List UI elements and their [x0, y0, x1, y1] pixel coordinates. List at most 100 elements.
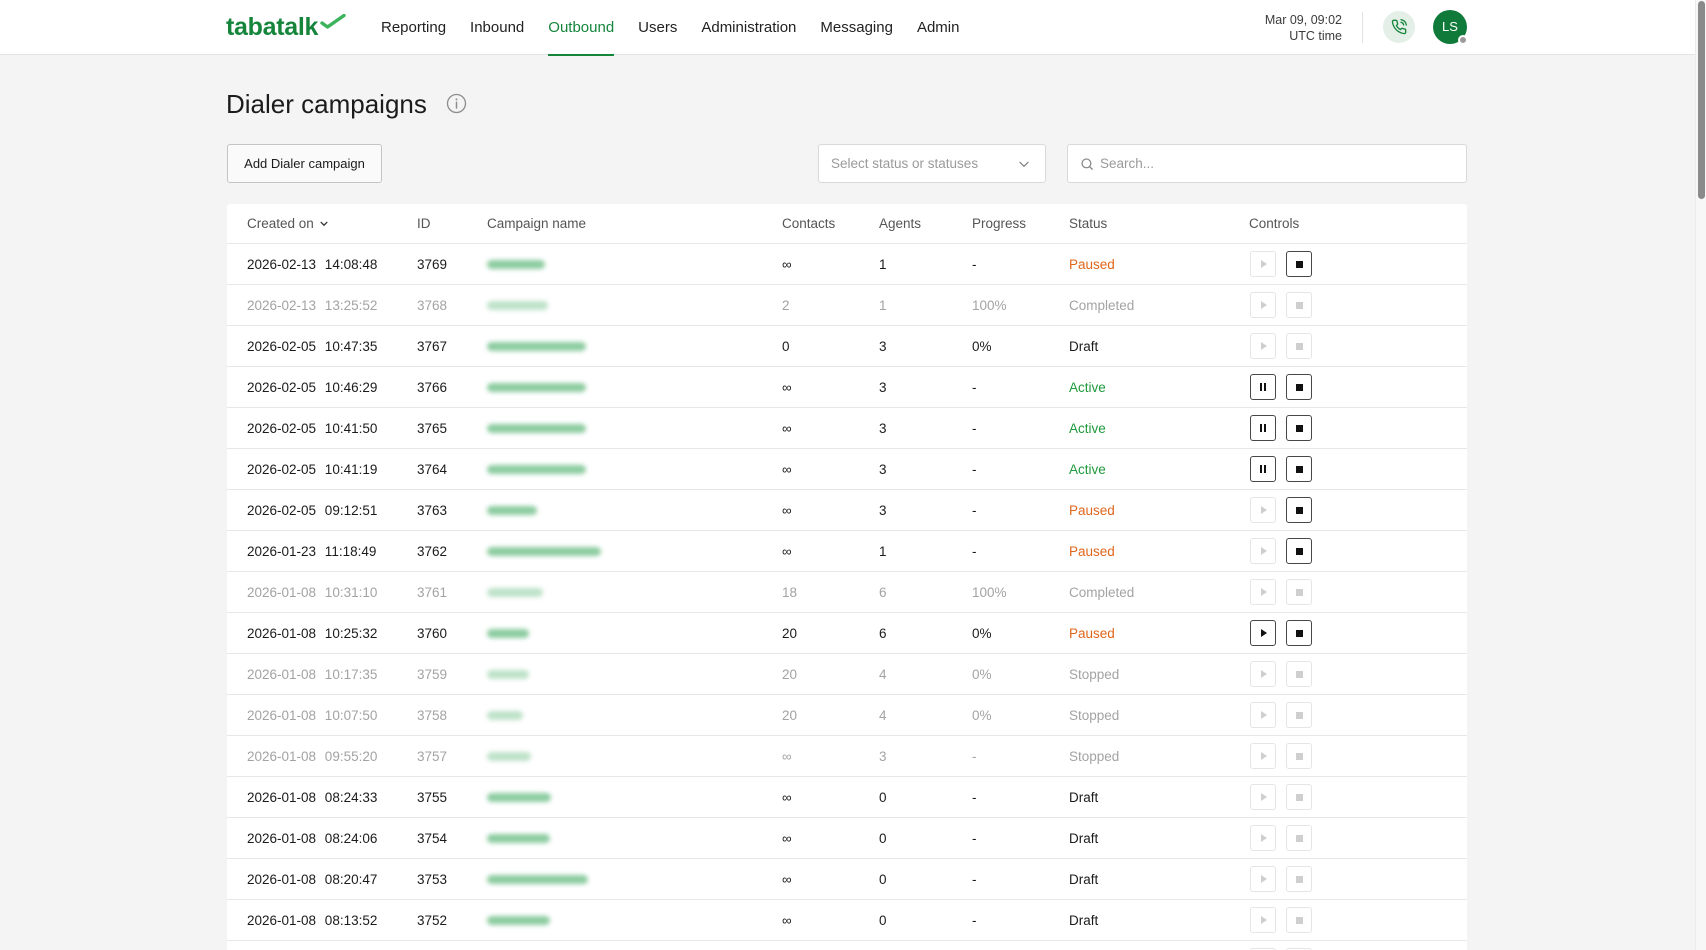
- top-navigation-bar: tabatalk Reporting Inbound Outbound User…: [0, 0, 1695, 56]
- play-button: [1250, 907, 1276, 933]
- stop-icon: [1295, 506, 1303, 514]
- cell-progress: -: [972, 256, 977, 272]
- cell-campaign-name: [487, 626, 782, 641]
- campaign-name-link[interactable]: [487, 916, 550, 926]
- nav-item-users[interactable]: Users: [638, 0, 677, 55]
- play-button[interactable]: [1250, 620, 1276, 646]
- campaign-name-link[interactable]: [487, 465, 586, 475]
- page-title: Dialer campaigns: [226, 89, 427, 119]
- stop-button: [1286, 743, 1312, 769]
- cell-created-on: 2026-02-05 10:41:19: [247, 461, 378, 477]
- cell-controls: [1249, 579, 1467, 605]
- cell-status: Completed: [1069, 297, 1135, 313]
- avatar-initials: LS: [1442, 19, 1458, 34]
- presence-status-dot: [1458, 35, 1468, 45]
- play-icon: [1261, 834, 1267, 842]
- nav-item-label: Users: [638, 19, 678, 36]
- table-row: 2026-01-08 10:17:35 3759 20 4 0% Stopped: [227, 654, 1467, 695]
- campaign-name-link[interactable]: [487, 711, 523, 721]
- play-button: [1250, 866, 1276, 892]
- stop-button[interactable]: [1286, 415, 1312, 441]
- nav-item-inbound[interactable]: Inbound: [470, 0, 524, 55]
- campaign-name-link[interactable]: [487, 547, 601, 557]
- nav-item-outbound[interactable]: Outbound: [548, 0, 615, 56]
- cell-status: Completed: [1069, 584, 1135, 600]
- user-avatar[interactable]: LS: [1433, 10, 1468, 45]
- campaign-name-link[interactable]: [487, 383, 586, 393]
- cell-status: Stopped: [1069, 707, 1120, 723]
- col-header-created-on[interactable]: Created on: [227, 216, 417, 231]
- nav-item-reporting[interactable]: Reporting: [381, 0, 446, 55]
- stop-button[interactable]: [1286, 374, 1312, 400]
- page-scrollbar[interactable]: [1695, 0, 1706, 950]
- cell-id: 3758: [417, 707, 448, 723]
- nav-item-admin[interactable]: Admin: [917, 0, 960, 55]
- chevron-down-icon: [320, 221, 328, 226]
- nav-item-administration[interactable]: Administration: [701, 0, 796, 55]
- search-input[interactable]: [1100, 145, 1460, 182]
- table-row: 2026-01-08 10:31:10 3761 18 6 100% Completed: [227, 572, 1467, 613]
- table-header: Created on ID Campaign name Contacts Age…: [227, 204, 1467, 244]
- cell-contacts: 20: [782, 666, 798, 682]
- campaign-name-link[interactable]: [487, 834, 550, 844]
- info-icon[interactable]: [446, 93, 467, 114]
- scrollbar-thumb[interactable]: [1698, 1, 1705, 199]
- cell-controls: [1249, 415, 1467, 441]
- campaign-name-link[interactable]: [487, 752, 531, 762]
- campaign-name-link[interactable]: [487, 342, 586, 352]
- clock-timezone: UTC time: [1289, 29, 1342, 43]
- cell-campaign-name: [487, 298, 782, 313]
- add-dialer-campaign-button[interactable]: Add Dialer campaign: [227, 144, 382, 183]
- campaign-name-link[interactable]: [487, 588, 543, 598]
- stop-button[interactable]: [1286, 620, 1312, 646]
- tabatalk-logo[interactable]: tabatalk: [226, 12, 348, 42]
- stop-icon: [1295, 711, 1303, 719]
- campaign-name-link[interactable]: [487, 506, 537, 516]
- pause-button[interactable]: [1250, 456, 1276, 482]
- cell-agents: 0: [879, 912, 887, 928]
- check-swoosh-icon: [320, 14, 346, 29]
- campaign-name-link[interactable]: [487, 629, 529, 639]
- cell-progress: -: [972, 748, 977, 764]
- cell-contacts: 0: [782, 338, 790, 354]
- cell-campaign-name: [487, 708, 782, 723]
- cell-contacts: 20: [782, 707, 798, 723]
- cell-created-on: 2026-01-23 11:18:49: [247, 543, 377, 559]
- col-header-controls: Controls: [1249, 216, 1300, 231]
- cell-controls: [1249, 661, 1467, 687]
- cell-controls: [1249, 374, 1467, 400]
- cell-agents: 3: [879, 379, 887, 395]
- pause-button[interactable]: [1250, 374, 1276, 400]
- header-divider: [1362, 12, 1363, 43]
- cell-contacts: ∞: [782, 871, 792, 887]
- play-button: [1250, 702, 1276, 728]
- campaign-name-link[interactable]: [487, 670, 529, 680]
- campaign-name-link[interactable]: [487, 260, 545, 270]
- stop-button[interactable]: [1286, 497, 1312, 523]
- campaigns-table: Created on ID Campaign name Contacts Age…: [227, 204, 1467, 950]
- play-icon: [1261, 301, 1267, 309]
- table-body: 2026-02-13 14:08:48 3769 ∞ 1- Paused 2026-02-…: [227, 244, 1467, 941]
- campaign-name-link[interactable]: [487, 875, 588, 885]
- campaign-name-link[interactable]: [487, 793, 551, 803]
- cell-progress: 0%: [972, 338, 992, 354]
- stop-button[interactable]: [1286, 538, 1312, 564]
- play-icon: [1261, 629, 1267, 637]
- play-icon: [1261, 916, 1267, 924]
- cell-contacts: ∞: [782, 379, 792, 395]
- stop-button[interactable]: [1286, 251, 1312, 277]
- campaign-name-link[interactable]: [487, 301, 548, 311]
- cell-status: Paused: [1069, 256, 1115, 272]
- cell-progress: 0%: [972, 666, 992, 682]
- cell-agents: 1: [879, 543, 887, 559]
- phone-button[interactable]: [1383, 11, 1415, 43]
- stop-button[interactable]: [1286, 456, 1312, 482]
- cell-contacts: ∞: [782, 420, 792, 436]
- cell-id: 3767: [417, 338, 448, 354]
- campaign-name-link[interactable]: [487, 424, 586, 434]
- cell-controls: [1249, 866, 1467, 892]
- pause-button[interactable]: [1250, 415, 1276, 441]
- cell-agents: 1: [879, 297, 887, 313]
- nav-item-messaging[interactable]: Messaging: [820, 0, 893, 55]
- status-filter-select[interactable]: Select status or statuses: [818, 144, 1046, 183]
